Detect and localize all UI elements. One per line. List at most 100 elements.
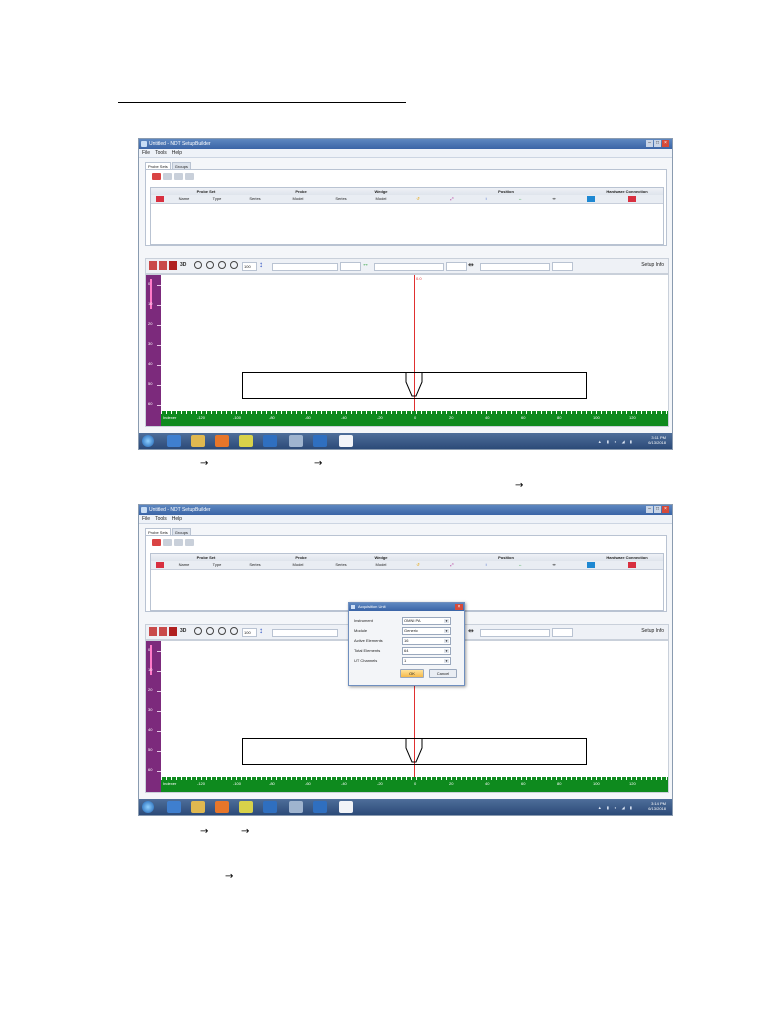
probe-icon[interactable] xyxy=(169,261,177,270)
col-wedge-series[interactable]: Series xyxy=(321,561,361,569)
header-position[interactable]: Position xyxy=(421,188,591,195)
start-button[interactable] xyxy=(142,801,154,813)
setupbuilder-icon[interactable] xyxy=(263,435,277,447)
col-wedge-model[interactable]: Model xyxy=(361,195,401,203)
menu-file[interactable]: File xyxy=(142,149,150,157)
system-tray-icons[interactable]: ▲ ▮ ◖ ◢ ▮ xyxy=(598,439,634,444)
chevron-down-icon[interactable]: ▼ xyxy=(444,629,449,633)
skew-icon[interactable]: ⤢ xyxy=(435,561,469,569)
header-wedge[interactable]: Wedge xyxy=(341,554,421,561)
header-probe-set[interactable]: Probe Set xyxy=(151,188,261,195)
zoom-value-field[interactable]: 100 xyxy=(242,628,257,637)
edit-probe-set-icon[interactable] xyxy=(185,539,194,546)
weld-icon[interactable] xyxy=(159,261,167,270)
index-slider[interactable] xyxy=(480,629,550,637)
media-player-icon[interactable] xyxy=(215,435,229,447)
system-tray-icons[interactable]: ▲ ▮ ◖ ◢ ▮ xyxy=(598,805,634,810)
menu-tools[interactable]: Tools xyxy=(155,515,167,523)
module-select[interactable]: Generic ▼ xyxy=(402,627,451,635)
explorer-icon[interactable] xyxy=(191,435,205,447)
cancel-button[interactable]: Cancel xyxy=(429,669,457,678)
maximize-button[interactable]: □ xyxy=(654,140,661,147)
col-wedge-model[interactable]: Model xyxy=(361,561,401,569)
col-name[interactable]: Name xyxy=(169,561,199,569)
zoom-out-icon[interactable] xyxy=(206,627,214,635)
setupbuilder-icon[interactable] xyxy=(263,801,277,813)
ie-icon[interactable] xyxy=(167,801,181,813)
menu-help[interactable]: Help xyxy=(172,515,182,523)
col-type[interactable]: Type xyxy=(199,561,235,569)
close-button[interactable]: × xyxy=(662,506,669,513)
word-icon[interactable] xyxy=(339,801,353,813)
connector-icon[interactable] xyxy=(587,561,595,568)
chevron-down-icon[interactable]: ▼ xyxy=(444,649,449,653)
dialog-close-button[interactable]: × xyxy=(455,604,463,610)
connector-pulser-icon[interactable] xyxy=(628,195,636,202)
index-offset-icon[interactable]: ⇹ xyxy=(537,561,571,569)
copy-probe-set-icon[interactable] xyxy=(174,173,183,180)
chrome-icon[interactable] xyxy=(239,435,253,447)
skew-icon[interactable]: ⤢ xyxy=(435,195,469,203)
minimize-button[interactable]: – xyxy=(646,506,653,513)
media-player-icon[interactable] xyxy=(215,801,229,813)
tool-icon[interactable] xyxy=(289,435,303,447)
col-type[interactable]: Type xyxy=(199,195,235,203)
total-elements-select[interactable]: 64 ▼ xyxy=(402,647,451,655)
header-hardware-connection[interactable]: Hardware Connection xyxy=(591,554,663,561)
part-icon[interactable] xyxy=(149,261,157,270)
word-icon[interactable] xyxy=(339,435,353,447)
menu-tools[interactable]: Tools xyxy=(155,149,167,157)
chevron-down-icon[interactable]: ▼ xyxy=(444,639,449,643)
active-elements-select[interactable]: 16 ▼ xyxy=(402,637,451,645)
header-wedge[interactable]: Wedge xyxy=(341,188,421,195)
rotate-icon[interactable]: ↺ xyxy=(401,561,435,569)
chrome-icon[interactable] xyxy=(239,801,253,813)
tab-groups[interactable]: Groups xyxy=(171,162,191,169)
tab-probe-sets[interactable]: Probe Sets xyxy=(145,162,171,169)
vertical-value-field[interactable] xyxy=(340,262,361,271)
index-offset-icon[interactable]: ⇹ xyxy=(537,195,571,203)
col-name[interactable]: Name xyxy=(169,195,199,203)
start-button[interactable] xyxy=(142,435,154,447)
index-slider[interactable] xyxy=(480,263,550,271)
header-probe-set[interactable]: Probe Set xyxy=(151,554,261,561)
add-probe-set-icon[interactable] xyxy=(152,539,161,546)
vertical-slider[interactable] xyxy=(272,263,338,271)
index-value-field[interactable] xyxy=(552,628,573,637)
zoom-reset-icon[interactable] xyxy=(230,261,238,269)
setup-info-button[interactable]: Setup Info xyxy=(641,628,664,634)
zoom-fit-icon[interactable] xyxy=(218,261,226,269)
ie-icon[interactable] xyxy=(167,435,181,447)
tab-probe-sets[interactable]: Probe Sets xyxy=(145,528,171,535)
vertical-offset-icon[interactable]: ↕ xyxy=(469,195,503,203)
close-button[interactable]: × xyxy=(662,140,669,147)
explorer-icon[interactable] xyxy=(191,801,205,813)
probe-icon[interactable] xyxy=(169,627,177,636)
col-probe-series[interactable]: Series xyxy=(235,195,275,203)
vertical-slider[interactable] xyxy=(272,629,338,637)
minimize-button[interactable]: – xyxy=(646,140,653,147)
delete-probe-set-icon[interactable] xyxy=(163,173,172,180)
zoom-out-icon[interactable] xyxy=(206,261,214,269)
col-probe-model[interactable]: Model xyxy=(275,195,321,203)
setup-info-button[interactable]: Setup Info xyxy=(641,262,664,268)
zoom-in-icon[interactable] xyxy=(194,627,202,635)
zoom-reset-icon[interactable] xyxy=(230,627,238,635)
toggle-3d-button[interactable]: 3D xyxy=(180,628,186,634)
zoom-fit-icon[interactable] xyxy=(218,627,226,635)
tab-groups[interactable]: Groups xyxy=(171,528,191,535)
header-position[interactable]: Position xyxy=(421,554,591,561)
col-probe-model[interactable]: Model xyxy=(275,561,321,569)
delete-probe-set-icon[interactable] xyxy=(163,539,172,546)
header-hardware-connection[interactable]: Hardware Connection xyxy=(591,188,663,195)
horizontal-slider[interactable] xyxy=(374,263,444,271)
edit-probe-set-icon[interactable] xyxy=(185,173,194,180)
rotate-icon[interactable]: ↺ xyxy=(401,195,435,203)
add-probe-set-icon[interactable] xyxy=(152,173,161,180)
connector-icon[interactable] xyxy=(587,195,595,202)
col-wedge-series[interactable]: Series xyxy=(321,195,361,203)
maximize-button[interactable]: □ xyxy=(654,506,661,513)
tool-icon[interactable] xyxy=(289,801,303,813)
vertical-offset-icon[interactable]: ↕ xyxy=(469,561,503,569)
ut-channels-select[interactable]: 1 ▼ xyxy=(402,657,451,665)
